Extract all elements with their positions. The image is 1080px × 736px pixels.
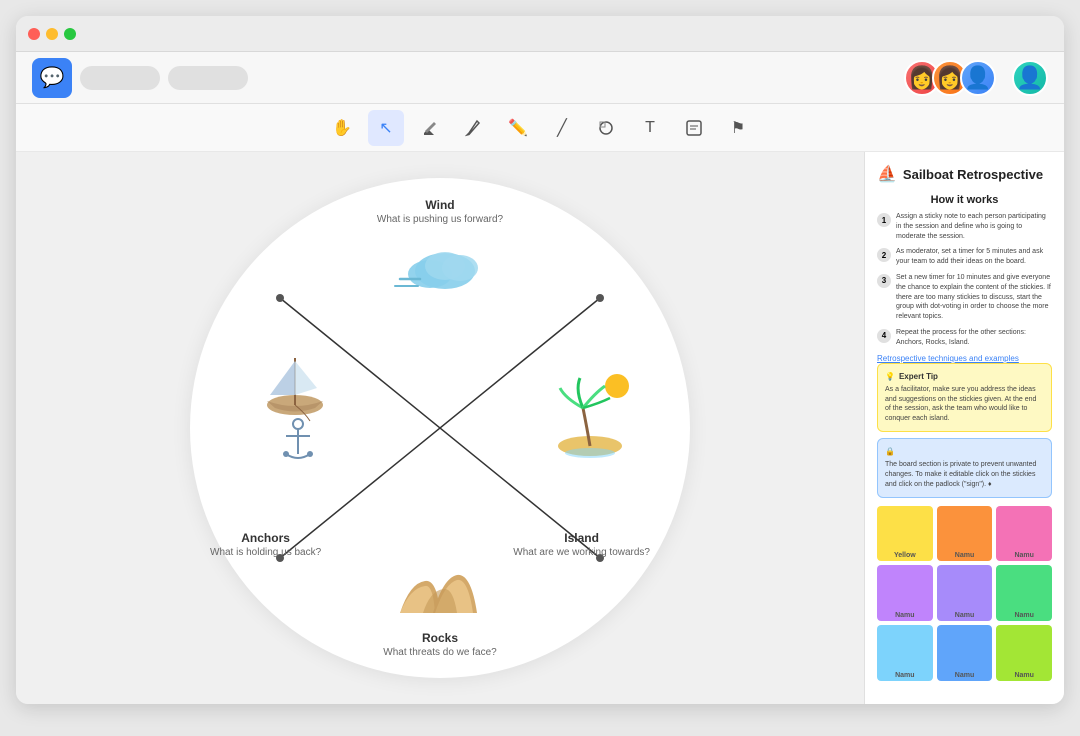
circle-board: Wind What is pushing us forward? [190,178,690,678]
sticky-sky[interactable]: Namu [877,625,933,681]
canvas-area[interactable]: Wind What is pushing us forward? [16,152,864,704]
steps-list: 1 Assign a sticky note to each person pa… [877,212,1052,348]
close-button[interactable] [28,28,40,40]
wind-label: Wind What is pushing us forward? [377,198,503,225]
step-1: 1 Assign a sticky note to each person pa… [877,212,1052,241]
step-4-text: Repeat the process for the other section… [896,328,1052,348]
sticky-grid: Yellow Namu Namu Namu Namu Namu Namu Nam… [877,506,1052,681]
sticky-orange[interactable]: Namu [937,506,993,562]
sidebar-panel: ⛵ Sailboat Retrospective How it works 1 … [864,152,1064,704]
text-tool[interactable]: T [632,110,668,146]
step-2: 2 As moderator, set a timer for 5 minute… [877,247,1052,267]
board-section-card: 🔒 The board section is private to preven… [877,438,1052,498]
sticky-blue[interactable]: Namu [937,625,993,681]
logo-button[interactable]: 💬 [32,58,72,98]
rocks-illustration [395,553,485,623]
expert-tip-card: 💡 Expert Tip As a facilitator, make sure… [877,363,1052,432]
maximize-button[interactable] [64,28,76,40]
step-3-text: Set a new timer for 10 minutes and give … [896,273,1052,322]
pen-tool[interactable] [456,110,492,146]
sticky-tool[interactable] [676,110,712,146]
main-toolbar: 💬 👩 👩 👤 👤 [16,52,1064,104]
sticky-lime[interactable]: Namu [996,625,1052,681]
logo-icon: 💬 [40,65,65,90]
title-bar [16,16,1064,52]
anchor-illustration [278,416,318,471]
nav-pill-1[interactable] [80,66,160,90]
expert-tip-header: 💡 Expert Tip [885,371,1044,382]
step-3-num: 3 [877,274,891,288]
toolbar-left: 💬 [32,58,248,98]
shape-tool[interactable] [588,110,624,146]
board-section-text: The board section is private to prevent … [885,460,1044,489]
cloud-illustration [390,236,490,296]
line-tool[interactable]: ╱ [544,110,580,146]
sticky-green[interactable]: Namu [996,565,1052,621]
step-1-text: Assign a sticky note to each person part… [896,212,1052,241]
sticky-purple[interactable]: Namu [877,565,933,621]
marker-tool[interactable]: ✏️ [500,110,536,146]
traffic-lights [28,28,76,40]
tool-strip: ✋ ↖ ✏️ ╱ T ⚑ [16,104,1064,152]
sticky-pink[interactable]: Namu [996,506,1052,562]
anchors-label: Anchors What is holding us back? [210,531,321,558]
step-2-num: 2 [877,248,891,262]
toolbar-right: 👩 👩 👤 👤 [904,60,1048,96]
rocks-label: Rocks What threats do we face? [383,631,496,658]
step-4: 4 Repeat the process for the other secti… [877,328,1052,348]
how-it-works-heading: How it works [877,194,1052,206]
expert-tip-text: As a facilitator, make sure you address … [885,385,1044,424]
sticky-lavender[interactable]: Namu [937,565,993,621]
lightbulb-icon: 💡 [885,371,895,382]
learn-more-link[interactable]: Retrospective techniques and examples [877,354,1052,363]
island-illustration [545,368,635,468]
step-2-text: As moderator, set a timer for 5 minutes … [896,247,1052,267]
step-1-num: 1 [877,213,891,227]
board-section-header: 🔒 [885,446,1044,457]
panel-sailboat-icon: ⛵ [877,164,897,184]
avatar-group: 👩 👩 👤 [904,60,996,96]
hand-tool[interactable]: ✋ [324,110,360,146]
select-tool[interactable]: ↖ [368,110,404,146]
lock-icon: 🔒 [885,446,895,457]
eraser-tool[interactable] [412,110,448,146]
panel-title: Sailboat Retrospective [903,167,1043,182]
island-label: Island What are we working towards? [513,531,650,558]
step-3: 3 Set a new timer for 10 minutes and giv… [877,273,1052,322]
sailboat-illustration [255,333,335,428]
step-4-num: 4 [877,329,891,343]
sticky-yellow[interactable]: Yellow [877,506,933,562]
main-content: Wind What is pushing us forward? [16,152,1064,704]
minimize-button[interactable] [46,28,58,40]
avatar-4: 👤 [1012,60,1048,96]
panel-header: ⛵ Sailboat Retrospective [877,164,1052,184]
nav-pill-2[interactable] [168,66,248,90]
avatar-3: 👤 [960,60,996,96]
flag-tool[interactable]: ⚑ [720,110,756,146]
app-window: 💬 👩 👩 👤 👤 ✋ ↖ ✏️ [16,16,1064,704]
